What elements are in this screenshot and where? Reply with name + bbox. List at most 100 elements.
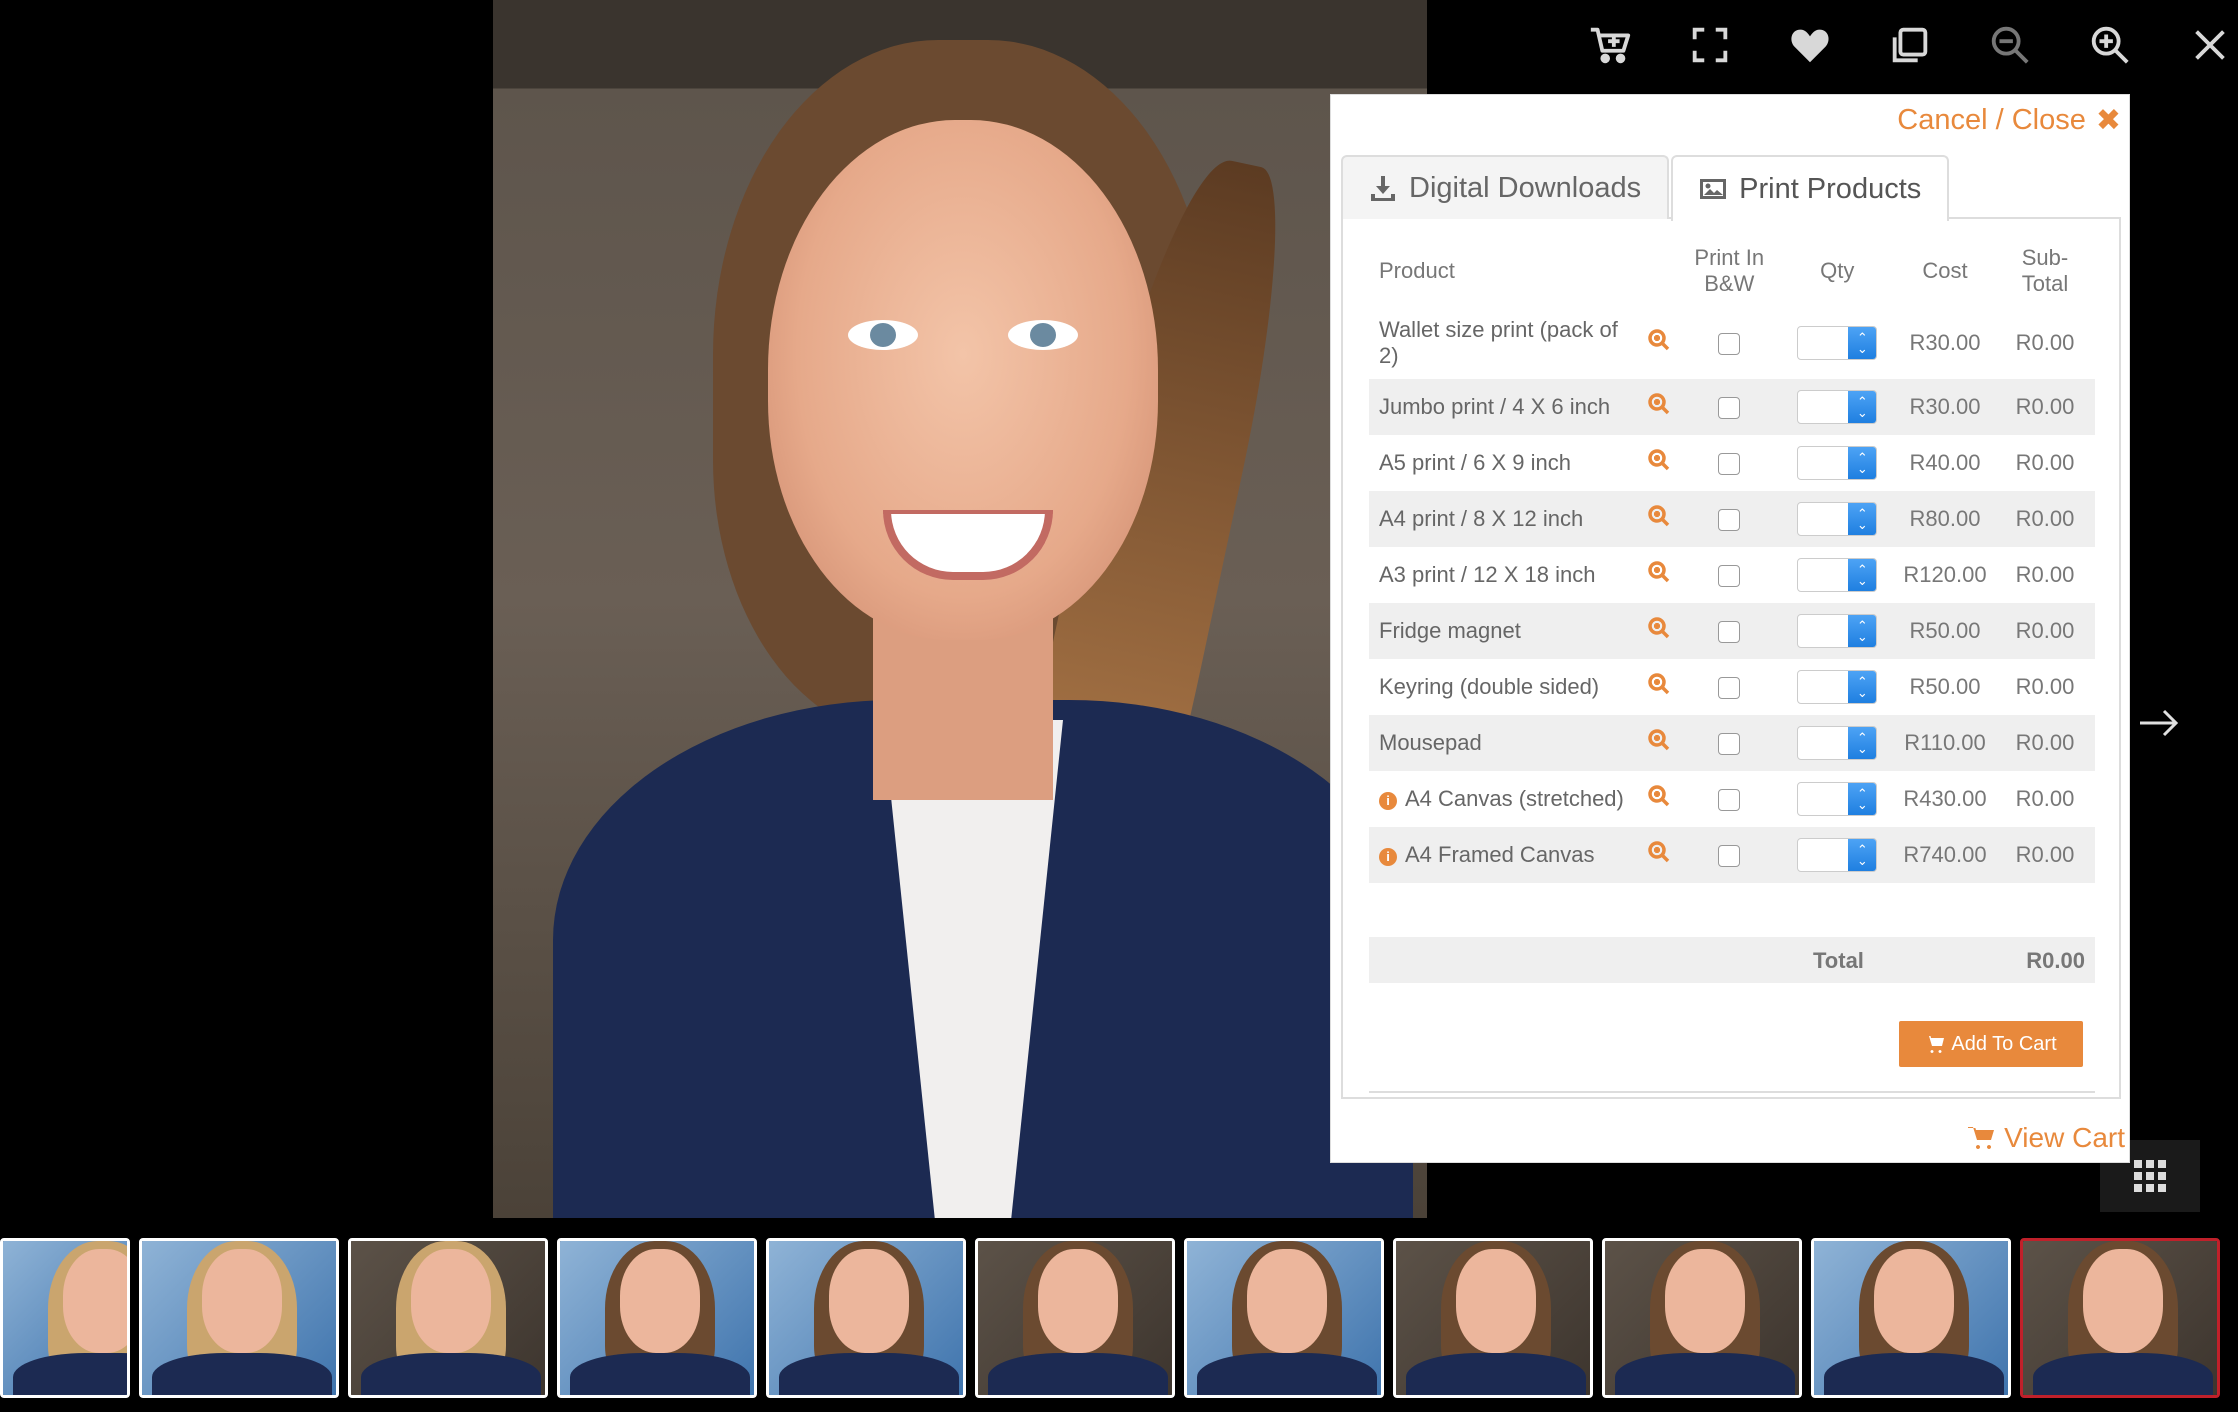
thumbnail-item[interactable]: [975, 1238, 1175, 1398]
zoom-in-icon: [1648, 617, 1670, 639]
tab-print-products[interactable]: Print Products: [1671, 155, 1950, 221]
bw-checkbox-cell: [1679, 827, 1780, 883]
product-preview-button[interactable]: [1639, 307, 1679, 379]
qty-spinner-icon[interactable]: ⌃ ⌄: [1848, 503, 1877, 535]
print-bw-checkbox[interactable]: [1718, 621, 1741, 644]
thumbnail-blazer: [2033, 1353, 2213, 1395]
qty-value[interactable]: [1798, 503, 1848, 535]
header-qty: Qty: [1820, 258, 1855, 283]
print-bw-checkbox[interactable]: [1718, 789, 1741, 812]
bw-checkbox-cell: [1679, 379, 1780, 435]
zoom-in-button[interactable]: [2060, 10, 2160, 80]
add-to-cart-button[interactable]: [1560, 10, 1660, 80]
qty-spinner-icon[interactable]: ⌃ ⌄: [1848, 783, 1877, 815]
product-preview-button[interactable]: [1639, 603, 1679, 659]
product-subtotal: R0.00: [1995, 827, 2095, 883]
qty-stepper[interactable]: ⌃ ⌄: [1797, 782, 1878, 816]
table-row: Keyring (double sided) ⌃ ⌄ R50.00 R0.00: [1369, 659, 2095, 715]
close-viewer-button[interactable]: [2160, 10, 2238, 80]
tab-digital-downloads[interactable]: Digital Downloads: [1341, 155, 1670, 219]
qty-value[interactable]: [1798, 447, 1848, 479]
thumbnail-item[interactable]: [1393, 1238, 1593, 1398]
bw-checkbox-cell: [1679, 491, 1780, 547]
zoom-in-icon: [1648, 449, 1670, 471]
qty-stepper[interactable]: ⌃ ⌄: [1797, 614, 1878, 648]
fullscreen-button[interactable]: [1660, 10, 1760, 80]
product-preview-button[interactable]: [1639, 547, 1679, 603]
qty-value[interactable]: [1798, 615, 1848, 647]
qty-value[interactable]: [1798, 671, 1848, 703]
product-name: Wallet size print (pack of 2): [1379, 317, 1618, 368]
qty-stepper[interactable]: ⌃ ⌄: [1797, 670, 1878, 704]
thumbnail-face: [1665, 1249, 1745, 1353]
qty-spinner-icon[interactable]: ⌃ ⌄: [1848, 327, 1877, 359]
thumbnail-face: [1456, 1249, 1536, 1353]
product-preview-button[interactable]: [1639, 435, 1679, 491]
info-icon[interactable]: i: [1379, 848, 1397, 866]
qty-value[interactable]: [1798, 839, 1848, 871]
print-bw-checkbox[interactable]: [1718, 565, 1741, 588]
print-bw-checkbox[interactable]: [1718, 333, 1741, 356]
product-preview-button[interactable]: [1639, 659, 1679, 715]
product-preview-button[interactable]: [1639, 491, 1679, 547]
thumbnail-item[interactable]: [139, 1238, 339, 1398]
qty-value[interactable]: [1798, 391, 1848, 423]
product-preview-button[interactable]: [1639, 715, 1679, 771]
qty-spinner-icon[interactable]: ⌃ ⌄: [1848, 615, 1877, 647]
qty-value[interactable]: [1798, 727, 1848, 759]
qty-stepper[interactable]: ⌃ ⌄: [1797, 838, 1878, 872]
qty-cell: ⌃ ⌄: [1780, 771, 1895, 827]
thumbnail-item[interactable]: [348, 1238, 548, 1398]
purchase-modal: Cancel / Close ✖ Digital Downloads Print…: [1330, 94, 2130, 1163]
zoom-out-icon: [1991, 26, 2029, 64]
qty-spinner-icon[interactable]: ⌃ ⌄: [1848, 671, 1877, 703]
thumbnail-item[interactable]: [2020, 1238, 2220, 1398]
product-preview-button[interactable]: [1639, 771, 1679, 827]
thumbnail-item[interactable]: [1184, 1238, 1384, 1398]
qty-stepper[interactable]: ⌃ ⌄: [1797, 446, 1878, 480]
qty-value[interactable]: [1798, 783, 1848, 815]
zoom-out-button[interactable]: [1960, 10, 2060, 80]
qty-spinner-icon[interactable]: ⌃ ⌄: [1848, 391, 1877, 423]
product-preview-button[interactable]: [1639, 827, 1679, 883]
thumbnail-item[interactable]: [766, 1238, 966, 1398]
print-bw-checkbox[interactable]: [1718, 453, 1741, 476]
qty-stepper[interactable]: ⌃ ⌄: [1797, 502, 1878, 536]
qty-stepper[interactable]: ⌃ ⌄: [1797, 558, 1878, 592]
product-name: i A4 Framed Canvas: [1369, 827, 1639, 883]
qty-spinner-icon[interactable]: ⌃ ⌄: [1848, 839, 1877, 871]
print-bw-checkbox[interactable]: [1718, 397, 1741, 420]
copy-button[interactable]: [1860, 10, 1960, 80]
qty-stepper[interactable]: ⌃ ⌄: [1797, 726, 1878, 760]
print-bw-checkbox[interactable]: [1718, 509, 1741, 532]
print-bw-checkbox[interactable]: [1718, 677, 1741, 700]
thumbnail-item[interactable]: [0, 1238, 130, 1398]
next-photo-button[interactable]: [2136, 700, 2182, 746]
view-cart-link[interactable]: View Cart: [1968, 1122, 2125, 1154]
info-icon[interactable]: i: [1379, 792, 1397, 810]
products-table: Product Print In B&W Qty Cost Sub- Total W…: [1369, 235, 2095, 883]
product-preview-button[interactable]: [1639, 379, 1679, 435]
favorite-button[interactable]: [1760, 10, 1860, 80]
thumbnail-item[interactable]: [1602, 1238, 1802, 1398]
qty-stepper[interactable]: ⌃ ⌄: [1797, 390, 1878, 424]
qty-spinner-icon[interactable]: ⌃ ⌄: [1848, 447, 1877, 479]
qty-cell: ⌃ ⌄: [1780, 307, 1895, 379]
print-bw-checkbox[interactable]: [1718, 733, 1741, 756]
product-subtotal: R0.00: [1995, 379, 2095, 435]
qty-spinner-icon[interactable]: ⌃ ⌄: [1848, 559, 1877, 591]
qty-spinner-icon[interactable]: ⌃ ⌄: [1848, 727, 1877, 759]
cancel-close-button[interactable]: Cancel / Close ✖: [1897, 103, 2121, 138]
qty-value[interactable]: [1798, 559, 1848, 591]
add-to-cart-submit-button[interactable]: Add To Cart: [1899, 1021, 2083, 1067]
qty-cell: ⌃ ⌄: [1779, 379, 1895, 435]
table-row: i A4 Canvas (stretched) ⌃ ⌄ R430.00 R0.00: [1369, 771, 2095, 827]
print-bw-checkbox[interactable]: [1718, 845, 1741, 868]
qty-stepper[interactable]: ⌃ ⌄: [1797, 326, 1878, 360]
qty-value[interactable]: [1798, 327, 1848, 359]
product-name: A3 print / 12 X 18 inch: [1379, 562, 1596, 587]
thumbnail-item[interactable]: [557, 1238, 757, 1398]
thumbnail-item[interactable]: [1811, 1238, 2011, 1398]
zoom-in-icon: [1648, 729, 1670, 751]
product-subtotal: R0.00: [2015, 562, 2075, 587]
